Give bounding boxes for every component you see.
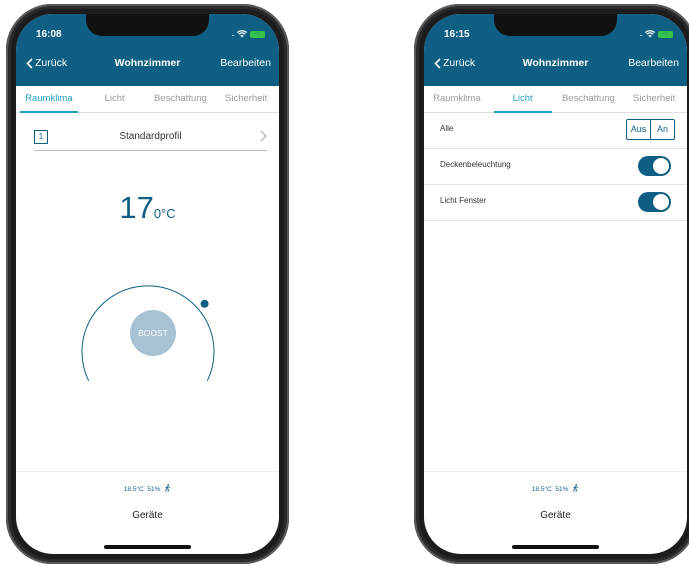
chevron-left-icon <box>26 57 33 69</box>
tab-beschattung[interactable]: Beschattung <box>556 86 622 112</box>
battery-icon: ▭ <box>250 30 265 38</box>
home-indicator[interactable] <box>104 545 191 549</box>
tab-licht[interactable]: Licht <box>82 86 148 112</box>
devices-button[interactable]: Geräte <box>424 510 687 521</box>
climate-humidity: 51% <box>555 486 569 493</box>
edit-button[interactable]: Bearbeiten <box>220 57 271 69</box>
climate-summary: 18.5°C 51% <box>16 484 279 493</box>
light-row: Licht Fenster <box>424 185 687 221</box>
climate-temperature: 18.5°C <box>123 486 144 493</box>
chevron-left-icon <box>434 57 441 69</box>
status-time: 16:08 <box>36 29 62 40</box>
nav-row: Zurück Wohnzimmer Bearbeiten <box>424 57 687 75</box>
navigation-header: 16:08 .. ▭ Zurück Wohnzimmer Bearbeiten <box>16 14 279 86</box>
climate-temperature: 18.5°C <box>531 486 552 493</box>
all-lights-label: Alle <box>440 124 454 133</box>
back-label: Zurück <box>443 57 476 69</box>
profile-name: Standardprofil <box>119 131 182 142</box>
tab-bar: Raumklima Licht Beschattung Sicherheit <box>16 86 279 113</box>
status-icons: .. ▭ <box>232 28 265 40</box>
tab-licht[interactable]: Licht <box>490 86 556 113</box>
all-lights-segmented-control: Aus An <box>626 119 675 140</box>
climate-humidity: 51% <box>147 486 161 493</box>
temperature-value: 17 <box>119 190 154 225</box>
profile-selector[interactable]: 1 Standardprofil <box>34 126 267 151</box>
chevron-right-icon <box>260 130 267 142</box>
all-off-button[interactable]: Aus <box>627 120 650 139</box>
home-indicator[interactable] <box>512 545 599 549</box>
toggle-knob <box>653 158 669 174</box>
tab-sicherheit[interactable]: Sicherheit <box>621 86 687 112</box>
all-lights-row: Alle Aus An <box>424 113 687 149</box>
signal-icon: .. <box>639 29 644 38</box>
motion-icon <box>573 484 579 492</box>
phone-notch <box>494 14 617 36</box>
phone-left: 16:08 .. ▭ Zurück Wohnzimmer Bearbeiten … <box>6 4 289 564</box>
back-label: Zurück <box>35 57 68 69</box>
status-icons: .. ▭ <box>640 28 673 40</box>
tab-beschattung[interactable]: Beschattung <box>148 86 214 112</box>
light-row: Deckenbeleuchtung <box>424 149 687 185</box>
tab-raumklima[interactable]: Raumklima <box>16 86 82 113</box>
boost-button[interactable]: BOOST <box>130 310 176 356</box>
light-label: Deckenbeleuchtung <box>440 160 511 169</box>
wifi-icon <box>237 30 247 38</box>
tab-bar: Raumklima Licht Beschattung Sicherheit <box>424 86 687 113</box>
light-toggle[interactable] <box>638 192 671 212</box>
battery-icon: ▭ <box>658 30 673 38</box>
temperature-display: 170°C <box>16 190 279 226</box>
status-time: 16:15 <box>444 29 470 40</box>
devices-button[interactable]: Geräte <box>16 510 279 521</box>
toggle-knob <box>653 194 669 210</box>
screen-licht: 16:15 .. ▭ Zurück Wohnzimmer Bearbeiten … <box>424 14 687 554</box>
nav-row: Zurück Wohnzimmer Bearbeiten <box>16 57 279 75</box>
tab-raumklima[interactable]: Raumklima <box>424 86 490 112</box>
back-button[interactable]: Zurück <box>26 57 67 69</box>
light-label: Licht Fenster <box>440 196 487 205</box>
dial-handle <box>200 299 209 308</box>
wifi-icon <box>645 30 655 38</box>
back-button[interactable]: Zurück <box>434 57 475 69</box>
footer-divider <box>16 471 279 472</box>
climate-summary: 18.5°C 51% <box>424 484 687 493</box>
screen-raumklima: 16:08 .. ▭ Zurück Wohnzimmer Bearbeiten … <box>16 14 279 554</box>
light-toggle[interactable] <box>638 156 671 176</box>
phone-notch <box>86 14 209 36</box>
phone-right: 16:15 .. ▭ Zurück Wohnzimmer Bearbeiten … <box>414 4 689 564</box>
temperature-unit: 0°C <box>153 206 176 221</box>
footer-divider <box>424 471 687 472</box>
all-on-button[interactable]: An <box>650 120 674 139</box>
tab-sicherheit[interactable]: Sicherheit <box>213 86 279 112</box>
motion-icon <box>165 484 171 492</box>
navigation-header: 16:15 .. ▭ Zurück Wohnzimmer Bearbeiten <box>424 14 687 86</box>
signal-icon: .. <box>231 29 236 38</box>
edit-button[interactable]: Bearbeiten <box>628 57 679 69</box>
